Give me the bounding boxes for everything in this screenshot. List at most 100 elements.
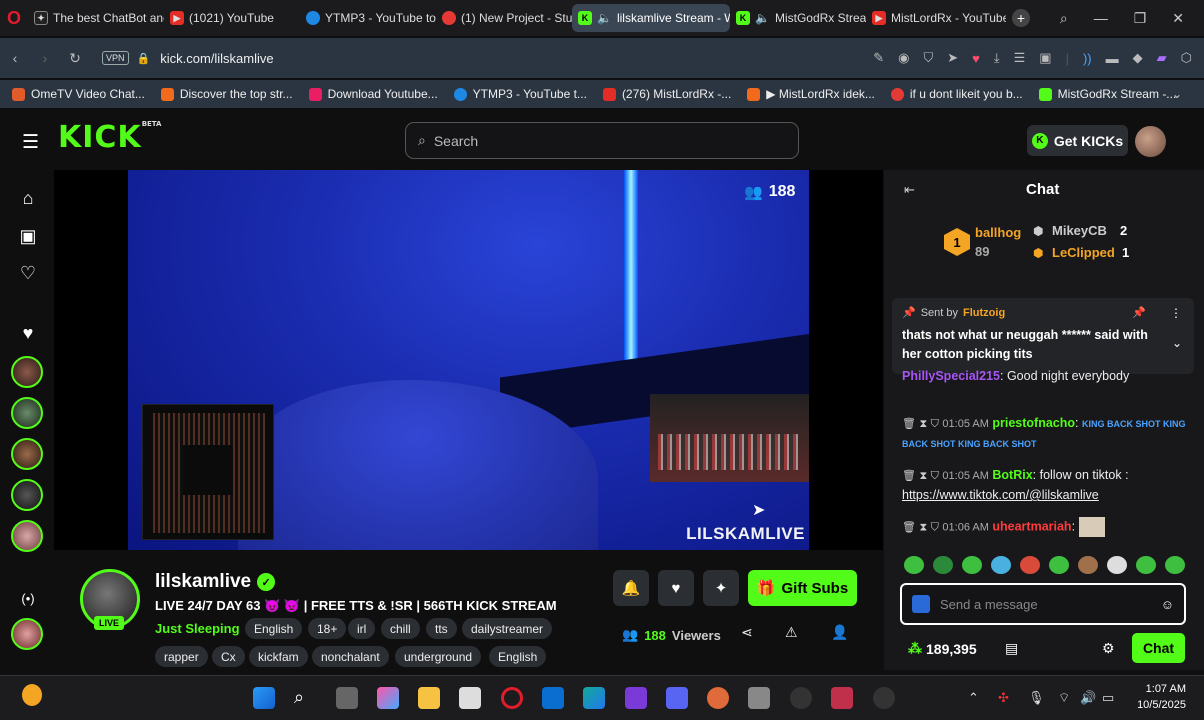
stream-tag[interactable]: dailystreamer: [462, 618, 553, 639]
stream-tag[interactable]: tts: [426, 618, 457, 639]
browse-icon[interactable]: ▣: [16, 224, 40, 248]
file-explorer-icon[interactable]: [418, 687, 440, 709]
pinned-sender[interactable]: Flutzoig: [963, 307, 1005, 319]
bookmarks-overflow-icon[interactable]: ⌄: [1172, 87, 1182, 101]
timeout-icon[interactable]: ⧗: [919, 521, 927, 533]
kick-logo[interactable]: KICKBETA: [58, 120, 161, 155]
browser-tab[interactable]: ▶ MistLordRx - YouTube: [866, 4, 1006, 32]
vpn-badge[interactable]: VPN: [102, 51, 129, 65]
download-icon[interactable]: ⤓: [994, 50, 1000, 66]
sparkle-button[interactable]: ✦: [703, 570, 739, 606]
channel-points[interactable]: ⁂ 189,395: [908, 640, 977, 657]
delete-icon[interactable]: 🗑: [902, 521, 916, 533]
battery-icon[interactable]: ▭: [1102, 690, 1114, 706]
search-icon[interactable]: ⌕: [1060, 10, 1068, 27]
edge-icon[interactable]: [583, 687, 605, 709]
follow-heart-button[interactable]: ♥: [658, 570, 694, 606]
gift-subs-button[interactable]: 🎁 Gift Subs: [748, 570, 857, 606]
leaderboard-name[interactable]: LeClipped: [1052, 245, 1115, 260]
bookmark-item[interactable]: Download Youtube...: [308, 87, 438, 101]
sidebar-channel-avatar[interactable]: [11, 479, 43, 511]
outlook-icon[interactable]: [542, 687, 564, 709]
browser-tab[interactable]: K 🔈 MistGodRx Stream: [730, 4, 866, 32]
windows-start-icon[interactable]: [253, 687, 275, 709]
timeout-icon[interactable]: ⧗: [919, 418, 927, 430]
url-field[interactable]: kick.com/lilskamlive: [160, 51, 273, 66]
system-clock[interactable]: 1:07 AM 10/5/2025: [1137, 681, 1186, 713]
sidebar-channel-avatar[interactable]: [11, 356, 43, 388]
bookmark-item[interactable]: if u dont likeit you b...: [890, 87, 1023, 101]
emote-icon[interactable]: [1165, 556, 1185, 574]
add-user-icon[interactable]: 👤: [831, 624, 848, 641]
video-editor-icon[interactable]: [625, 687, 647, 709]
emote-icon[interactable]: [1049, 556, 1069, 574]
sidebar-channel-avatar[interactable]: [11, 520, 43, 552]
aria-icon[interactable]: )): [1083, 51, 1092, 66]
user-avatar[interactable]: [1135, 126, 1166, 157]
menu-icon[interactable]: ☰: [1014, 50, 1026, 66]
stream-tag[interactable]: irl: [348, 618, 376, 639]
stream-tag[interactable]: 18+: [308, 618, 347, 639]
stream-tag[interactable]: underground: [395, 646, 482, 667]
chat-message-input[interactable]: Send a message ☺: [900, 583, 1186, 625]
task-view-icon[interactable]: [336, 687, 358, 709]
leaderboard-name[interactable]: MikeyCB: [1052, 223, 1107, 238]
opera-taskbar-icon[interactable]: [501, 687, 523, 709]
emote-icon[interactable]: [1078, 556, 1098, 574]
camera-app-icon[interactable]: [748, 687, 770, 709]
tray-app-icon[interactable]: ✣: [998, 690, 1009, 706]
stream-tag[interactable]: rapper: [155, 646, 208, 667]
share-icon[interactable]: ⋖: [741, 624, 753, 641]
gamepad-icon[interactable]: ▬: [1106, 51, 1119, 66]
sidebar-channel-avatar[interactable]: [11, 438, 43, 470]
cube-icon[interactable]: ⬡: [1181, 50, 1192, 66]
emote-icon[interactable]: [933, 556, 953, 574]
stream-video-frame[interactable]: LILSKAMLIVE: [128, 170, 809, 550]
get-kicks-button[interactable]: K Get KICKs: [1027, 125, 1128, 156]
emote-icon[interactable]: [1020, 556, 1040, 574]
sidebar-channel-avatar[interactable]: [11, 618, 43, 650]
following-heart-filled-icon[interactable]: ♥: [16, 321, 40, 345]
emote-icon[interactable]: [991, 556, 1011, 574]
back-icon[interactable]: ‹: [0, 50, 30, 66]
camera-icon[interactable]: ◉: [898, 50, 909, 66]
send-icon[interactable]: ➤: [947, 50, 958, 66]
edit-icon[interactable]: ✎: [873, 50, 884, 66]
browser-tab[interactable]: ▶ (1021) YouTube: [164, 4, 300, 32]
stream-tag[interactable]: English: [245, 618, 303, 639]
emote-icon[interactable]: [962, 556, 982, 574]
close-icon[interactable]: ✕: [1172, 10, 1184, 27]
delete-icon[interactable]: 🗑: [902, 418, 916, 430]
home-icon[interactable]: ⌂: [16, 186, 40, 210]
streamer-name[interactable]: lilskamlive: [155, 571, 251, 593]
twitch-icon[interactable]: ▰: [1157, 50, 1167, 66]
browser-tab[interactable]: YTMP3 - YouTube to: [300, 4, 436, 32]
report-warning-icon[interactable]: ⚠: [785, 624, 798, 641]
emote-icon[interactable]: [1107, 556, 1127, 574]
bookmark-item[interactable]: MistGodRx Stream -...: [1038, 87, 1176, 101]
emote-icon[interactable]: [904, 556, 924, 574]
delete-icon[interactable]: 🗑: [902, 470, 916, 482]
bookmark-item[interactable]: YTMP3 - YouTube t...: [453, 87, 587, 101]
restore-icon[interactable]: ❐: [1134, 10, 1147, 27]
store-app-icon[interactable]: [459, 687, 481, 709]
shield-icon[interactable]: ⛉: [923, 50, 933, 66]
stream-tag[interactable]: English: [489, 646, 547, 667]
search-input[interactable]: ⌕ Search: [405, 122, 799, 159]
opera-logo-icon[interactable]: O: [0, 0, 28, 36]
copilot-icon[interactable]: [377, 687, 399, 709]
emote-icon[interactable]: [1136, 556, 1156, 574]
obs-icon[interactable]: [790, 687, 812, 709]
stream-tag[interactable]: nonchalant: [312, 646, 389, 667]
media-player-icon[interactable]: [873, 687, 895, 709]
emoji-picker-icon[interactable]: ☺: [1161, 597, 1174, 612]
stream-tag[interactable]: chill: [381, 618, 420, 639]
notify-bell-button[interactable]: 🔔: [613, 570, 649, 606]
live-broadcast-icon[interactable]: (•): [16, 586, 40, 610]
bookmark-item[interactable]: Discover the top str...: [160, 87, 293, 101]
unpin-icon[interactable]: 📌: [1132, 306, 1146, 319]
more-options-icon[interactable]: ⋮: [1170, 306, 1182, 320]
bookmark-item[interactable]: (276) MistLordRx -...: [602, 87, 731, 101]
ban-icon[interactable]: ⛉: [931, 470, 939, 482]
bookmark-item[interactable]: OmeTV Video Chat...: [12, 87, 145, 101]
